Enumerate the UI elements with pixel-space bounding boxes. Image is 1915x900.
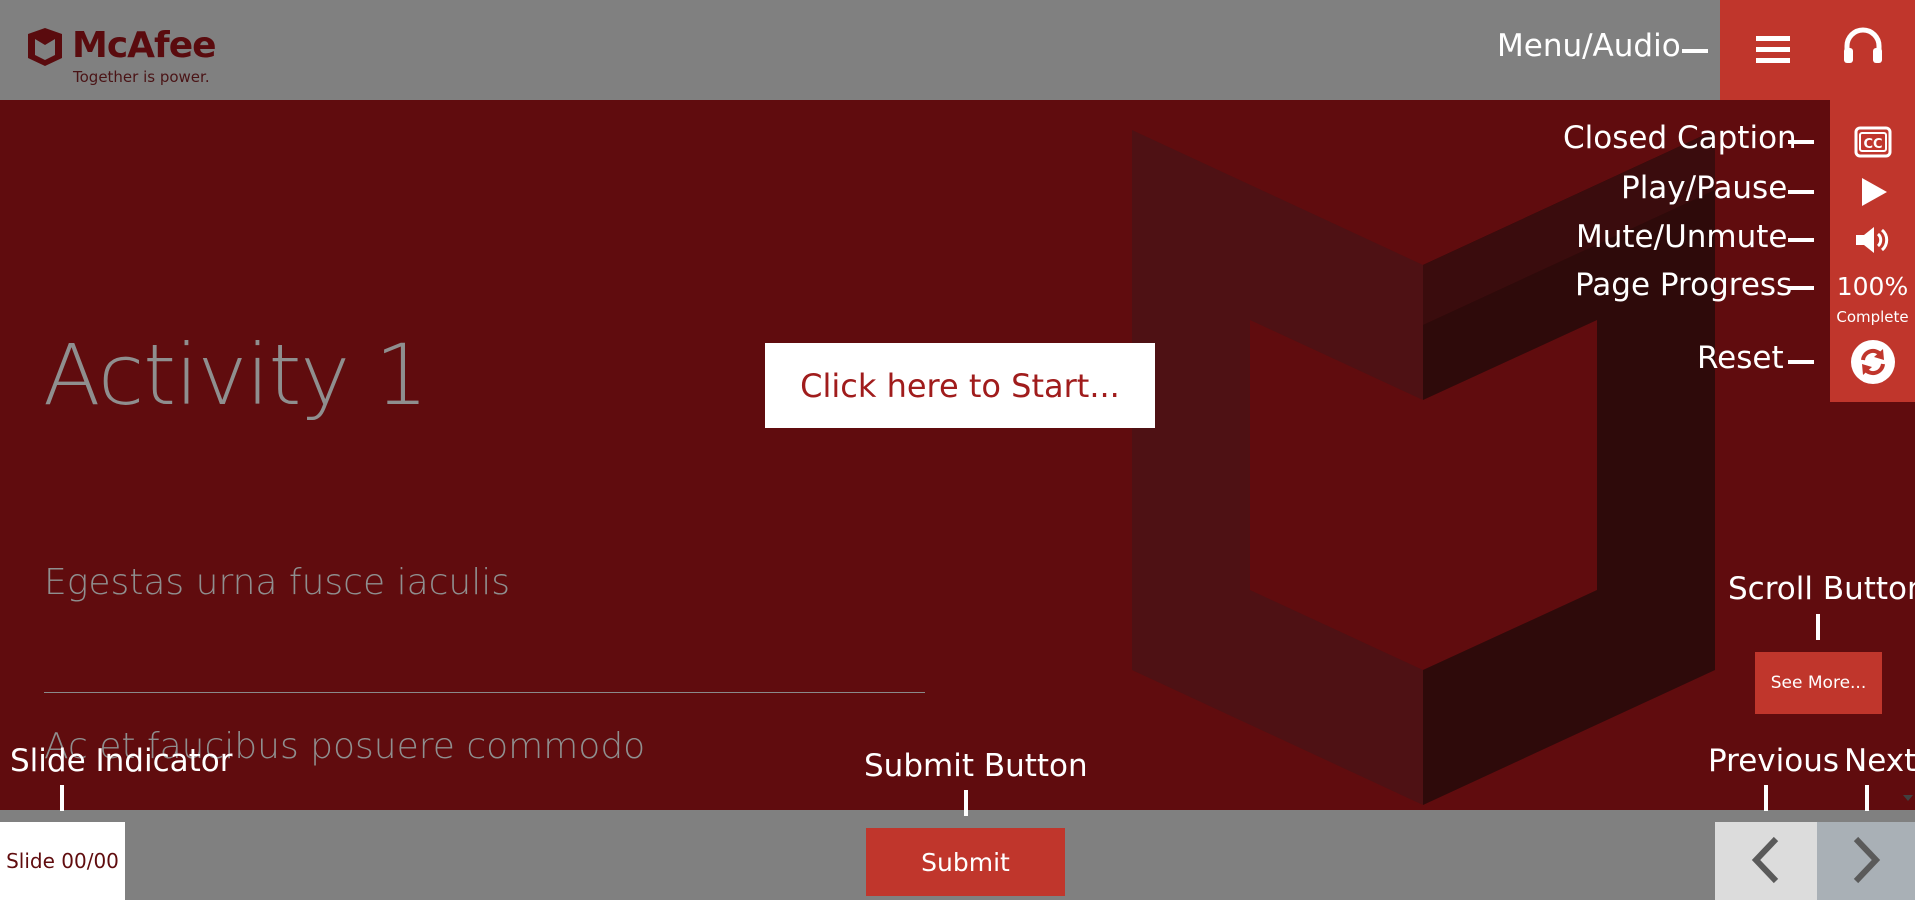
annotation-next: Next <box>1844 743 1915 779</box>
divider <box>44 692 925 693</box>
annotation-dash <box>1788 140 1814 144</box>
svg-text:CC: CC <box>1863 137 1882 152</box>
next-button[interactable] <box>1817 822 1915 900</box>
see-more-button[interactable]: See More... <box>1755 652 1882 714</box>
annotation-dash <box>1788 190 1814 194</box>
annotation-mute-unmute: Mute/Unmute <box>1576 219 1788 255</box>
play-pause-button[interactable] <box>1830 172 1915 212</box>
annotation-menu-audio: Menu/Audio <box>1497 28 1681 64</box>
annotation-dash <box>1682 49 1708 53</box>
annotation-previous: Previous <box>1708 743 1840 779</box>
chevron-left-icon <box>1751 836 1779 883</box>
closed-caption-icon: CC <box>1854 126 1891 158</box>
mute-unmute-button[interactable] <box>1830 220 1915 260</box>
play-icon <box>1861 178 1887 206</box>
annotation-tick <box>1865 785 1869 811</box>
subtitle-primary: Egestas urna fusce iaculis <box>44 562 510 603</box>
annotation-submit-button: Submit Button <box>864 748 1088 784</box>
brand-name: McAfee <box>72 25 217 66</box>
progress-percent: 100% <box>1836 272 1909 301</box>
headphones-icon[interactable] <box>1842 26 1884 64</box>
annotation-dash <box>1788 360 1814 364</box>
annotation-play-pause: Play/Pause <box>1621 170 1788 206</box>
submit-button[interactable]: Submit <box>866 828 1065 896</box>
speaker-icon <box>1855 227 1888 253</box>
content-stage: Activity 1 Click here to Start... Egesta… <box>0 100 1915 810</box>
brand-tagline: Together is power. <box>73 68 210 86</box>
annotation-dash <box>1788 238 1814 242</box>
start-button[interactable]: Click here to Start... <box>765 343 1155 428</box>
scroll-down-arrow-icon[interactable] <box>1903 795 1913 801</box>
annotation-tick <box>1816 614 1820 640</box>
annotation-tick <box>1764 785 1768 811</box>
previous-button[interactable] <box>1715 822 1817 900</box>
reset-button[interactable] <box>1830 338 1915 386</box>
annotation-page-progress: Page Progress <box>1575 267 1793 303</box>
background-shield-graphic <box>1132 130 1715 805</box>
mcafee-shield-icon <box>28 28 62 66</box>
refresh-icon <box>1850 340 1895 384</box>
slide-indicator: Slide 00/00 <box>0 822 125 900</box>
side-control-panel: CC 100% Complete <box>1830 100 1915 402</box>
menu-audio-panel <box>1720 0 1915 100</box>
footer-bar: Slide 00/00 Submit <box>0 822 1915 900</box>
closed-caption-button[interactable]: CC <box>1830 122 1915 162</box>
annotation-closed-caption: Closed Caption <box>1563 120 1797 156</box>
activity-title: Activity 1 <box>43 326 428 424</box>
annotation-scroll-button: Scroll Button <box>1728 571 1915 607</box>
annotation-slide-indicator: Slide Indicator <box>10 743 233 779</box>
hamburger-menu-icon[interactable] <box>1756 36 1790 64</box>
annotation-tick <box>60 785 64 811</box>
annotation-tick <box>964 790 968 816</box>
annotation-reset: Reset <box>1697 340 1784 376</box>
progress-label: Complete <box>1836 308 1909 326</box>
annotation-dash <box>1788 286 1814 290</box>
chevron-right-icon <box>1853 836 1881 883</box>
